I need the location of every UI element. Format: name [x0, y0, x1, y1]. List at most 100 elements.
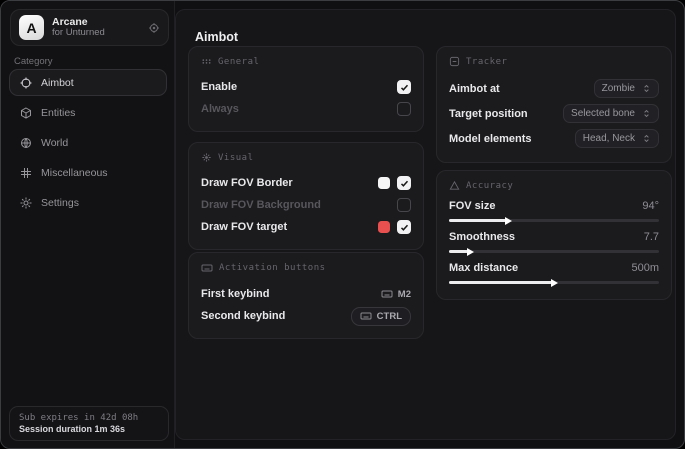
setting-label: Second keybind — [201, 310, 285, 322]
accuracy-card-header: Accuracy — [449, 180, 659, 191]
sidebar-item-aimbot[interactable]: Aimbot — [9, 69, 167, 96]
setting-row-model-elements: Model elements Head, Neck — [449, 126, 659, 151]
always-checkbox[interactable] — [397, 102, 411, 116]
unfold-icon — [642, 133, 651, 144]
sub-expires-text: Sub expires in 42d 08h — [19, 413, 159, 423]
scan-box-icon — [449, 56, 460, 67]
setting-label: Draw FOV target — [201, 221, 287, 233]
app-subtitle: for Unturned — [52, 28, 140, 39]
setting-label: First keybind — [201, 288, 269, 300]
crosshair-icon — [20, 77, 32, 89]
color-swatch-red[interactable] — [378, 221, 390, 233]
setting-label: Smoothness — [449, 231, 515, 243]
card-title: Accuracy — [466, 181, 513, 191]
brand-card: A Arcane for Unturned — [10, 9, 169, 46]
setting-label: Draw FOV Background — [201, 199, 321, 211]
sparkle-icon — [201, 152, 212, 163]
keyboard-icon — [381, 288, 393, 300]
setting-row-max-distance: Max distance 500m — [449, 262, 659, 284]
card-title: Tracker — [466, 57, 507, 67]
accuracy-card: Accuracy FOV size 94° Smoothness 7.7 — [436, 170, 672, 300]
card-title: General — [218, 57, 259, 67]
unfold-icon — [642, 83, 651, 94]
tracker-card: Tracker Aimbot at Zombie Target position… — [436, 46, 672, 163]
grip-dots-icon — [201, 56, 212, 67]
sidebar-item-label: Entities — [41, 107, 75, 119]
tracker-card-header: Tracker — [449, 56, 659, 67]
slider-thumb[interactable] — [551, 279, 558, 287]
model-elements-select[interactable]: Head, Neck — [575, 129, 659, 148]
keyboard-icon — [360, 310, 372, 322]
subscription-card: Sub expires in 42d 08h Session duration … — [9, 406, 169, 441]
globe-icon — [20, 137, 32, 149]
setting-label: Model elements — [449, 133, 532, 145]
grid-icon — [20, 167, 32, 179]
sidebar-item-world[interactable]: World — [9, 129, 167, 156]
keybind-value: CTRL — [377, 311, 402, 322]
sidebar-item-label: Settings — [41, 197, 79, 209]
fov-border-checkbox[interactable] — [397, 176, 411, 190]
setting-label: Target position — [449, 108, 528, 120]
setting-row-smoothness: Smoothness 7.7 — [449, 231, 659, 253]
setting-row-fov-border: Draw FOV Border — [201, 172, 411, 194]
sidebar-item-settings[interactable]: Settings — [9, 189, 167, 216]
slider-thumb[interactable] — [505, 217, 512, 225]
setting-label: Draw FOV Border — [201, 177, 293, 189]
app-logo: A — [19, 15, 44, 40]
keybind-value: M2 — [398, 289, 411, 300]
general-card-header: General — [201, 56, 411, 67]
sidebar-nav: Aimbot Entities World Miscellaneous — [9, 69, 167, 216]
fov-size-slider[interactable] — [449, 219, 659, 222]
sidebar-item-label: Miscellaneous — [41, 167, 108, 179]
setting-label: Max distance — [449, 262, 518, 274]
gear-icon — [20, 197, 32, 209]
setting-row-fov-background: Draw FOV Background — [201, 194, 411, 216]
max-distance-value: 500m — [631, 262, 659, 274]
select-value: Selected bone — [571, 108, 635, 119]
category-label: Category — [14, 56, 53, 67]
activation-card: Activation buttons First keybind M2 Seco… — [188, 252, 424, 339]
slider-fill — [449, 250, 468, 253]
sidebar-item-entities[interactable]: Entities — [9, 99, 167, 126]
setting-label: FOV size — [449, 200, 495, 212]
card-title: Visual — [218, 153, 254, 163]
general-card: General Enable Always — [188, 46, 424, 132]
enable-checkbox[interactable] — [397, 80, 411, 94]
cube-icon — [20, 107, 32, 119]
setting-row-enable: Enable — [201, 76, 411, 98]
setting-label: Enable — [201, 81, 237, 93]
sidebar-item-miscellaneous[interactable]: Miscellaneous — [9, 159, 167, 186]
sidebar-item-label: Aimbot — [41, 77, 74, 89]
page-title: Aimbot — [195, 30, 238, 44]
setting-label: Aimbot at — [449, 83, 500, 95]
aimbot-at-select[interactable]: Zombie — [594, 79, 659, 98]
setting-row-first-keybind: First keybind M2 — [201, 283, 411, 305]
color-swatch-white[interactable] — [378, 177, 390, 189]
setting-row-fov-target: Draw FOV target — [201, 216, 411, 238]
unfold-icon — [642, 108, 651, 119]
fov-background-checkbox[interactable] — [397, 198, 411, 212]
slider-thumb[interactable] — [467, 248, 474, 256]
setting-row-second-keybind: Second keybind CTRL — [201, 305, 411, 327]
visual-card: Visual Draw FOV Border Draw FOV Backgrou… — [188, 142, 424, 250]
slider-fill — [449, 281, 552, 284]
target-icon[interactable] — [148, 22, 160, 34]
app-window: A Arcane for Unturned Category Aimbot — [0, 0, 685, 449]
smoothness-slider[interactable] — [449, 250, 659, 253]
sidebar: A Arcane for Unturned Category Aimbot — [1, 1, 175, 448]
select-value: Zombie — [602, 83, 635, 94]
slider-fill — [449, 219, 506, 222]
card-title: Activation buttons — [219, 263, 326, 273]
brand-text: Arcane for Unturned — [52, 16, 140, 39]
first-keybind-button[interactable]: M2 — [381, 288, 411, 300]
second-keybind-button[interactable]: CTRL — [351, 307, 411, 326]
fov-size-value: 94° — [642, 200, 659, 212]
setting-row-aimbot-at: Aimbot at Zombie — [449, 76, 659, 101]
main-panel: Aimbot General Enable Always — [175, 9, 676, 440]
fov-target-checkbox[interactable] — [397, 220, 411, 234]
max-distance-slider[interactable] — [449, 281, 659, 284]
target-position-select[interactable]: Selected bone — [563, 104, 659, 123]
session-duration-text: Session duration 1m 36s — [19, 424, 159, 434]
visual-card-header: Visual — [201, 152, 411, 163]
sidebar-item-label: World — [41, 137, 68, 149]
